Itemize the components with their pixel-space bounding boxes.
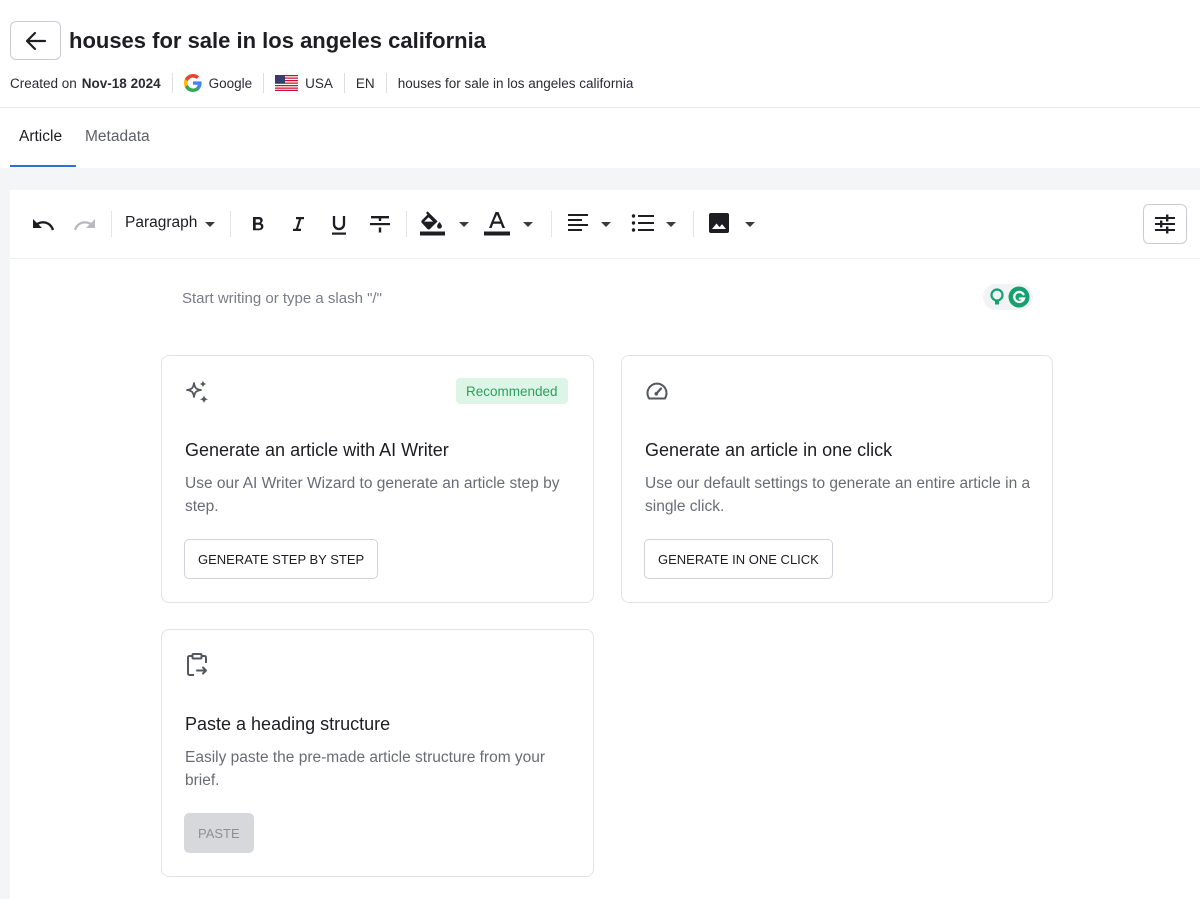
chevron-down-icon — [205, 222, 215, 227]
divider — [111, 211, 112, 237]
card-description: Use our default settings to generate an … — [645, 475, 1031, 515]
search-engine: Google — [208, 75, 253, 91]
clipboard-paste-icon — [184, 652, 210, 683]
tab-metadata[interactable]: Metadata — [85, 128, 150, 146]
article-meta: Created on Nov-18 2024 Google USA EN hou… — [10, 72, 633, 94]
divider — [230, 211, 231, 237]
divider — [551, 211, 552, 237]
card-description: Use our AI Writer Wizard to generate an … — [185, 475, 560, 515]
underline-icon — [332, 216, 346, 235]
sparkles-icon — [184, 378, 212, 411]
page-title: houses for sale in los angeles californi… — [69, 28, 486, 53]
divider — [385, 73, 387, 93]
generate-in-one-click-button[interactable]: GENERATE IN ONE CLICK — [644, 539, 833, 579]
card-title: Paste a heading structure — [185, 714, 391, 734]
chevron-down-icon — [523, 222, 533, 227]
tab-article[interactable]: Article — [19, 128, 62, 146]
text-color-icon — [484, 212, 510, 236]
back-button[interactable] — [10, 21, 61, 60]
bold-button[interactable] — [246, 212, 270, 236]
bullet-list-icon — [631, 214, 654, 232]
created-label: Created on — [10, 75, 77, 91]
divider — [263, 73, 265, 93]
editor-placeholder[interactable]: Start writing or type a slash "/" — [182, 290, 382, 307]
redo-icon — [73, 219, 95, 231]
strikethrough-icon — [370, 216, 390, 233]
chevron-down-icon — [459, 222, 469, 227]
divider — [343, 73, 345, 93]
card-title: Generate an article in one click — [645, 440, 893, 460]
block-format-value: Paragraph — [125, 214, 198, 231]
one-click-card: Generate an article in one click Use our… — [621, 355, 1053, 603]
tab-bar: Article Metadata — [0, 108, 1200, 168]
country: USA — [305, 75, 333, 91]
redo-button[interactable] — [70, 212, 98, 236]
language: EN — [355, 75, 375, 91]
us-flag-icon — [275, 75, 299, 91]
keyword: houses for sale in los angeles californi… — [397, 75, 634, 91]
image-icon — [709, 213, 729, 233]
sliders-icon — [1155, 214, 1175, 234]
chevron-down-icon — [666, 222, 676, 227]
paint-bucket-icon — [420, 211, 445, 236]
speedometer-icon — [644, 378, 670, 409]
editor-toolbar: Paragraph — [10, 190, 1200, 259]
ai-writer-card: Recommended Generate an article with AI … — [161, 355, 594, 603]
card-description: Easily paste the pre-made article struct… — [185, 749, 546, 789]
underline-button[interactable] — [327, 212, 351, 238]
arrow-left-icon — [25, 31, 46, 50]
generate-step-by-step-button[interactable]: GENERATE STEP BY STEP — [184, 539, 379, 579]
paste-button[interactable]: PASTE — [184, 813, 254, 853]
bold-icon — [253, 217, 264, 231]
paste-structure-card: Paste a heading structure Easily paste t… — [161, 629, 594, 877]
align-left-icon — [568, 214, 588, 231]
created-date: Nov-18 2024 — [81, 75, 161, 91]
strikethrough-button[interactable] — [367, 212, 393, 236]
lightbulb-icon — [990, 288, 1004, 305]
divider — [693, 211, 694, 237]
editor-settings-button[interactable] — [1143, 204, 1187, 244]
divider — [171, 73, 173, 93]
chevron-down-icon — [601, 222, 611, 227]
google-icon — [183, 74, 202, 92]
undo-icon — [33, 219, 55, 231]
divider — [406, 211, 407, 237]
card-title: Generate an article with AI Writer — [185, 440, 449, 460]
undo-button[interactable] — [30, 212, 58, 236]
active-tab-indicator — [10, 165, 76, 167]
italic-button[interactable] — [286, 212, 310, 236]
recommended-badge: Recommended — [456, 378, 568, 404]
chevron-down-icon — [745, 222, 755, 227]
grammarly-widget[interactable] — [983, 284, 1033, 310]
italic-icon — [293, 217, 304, 231]
page-header: houses for sale in los angeles californi… — [0, 0, 1200, 108]
grammarly-icon — [1008, 286, 1030, 308]
